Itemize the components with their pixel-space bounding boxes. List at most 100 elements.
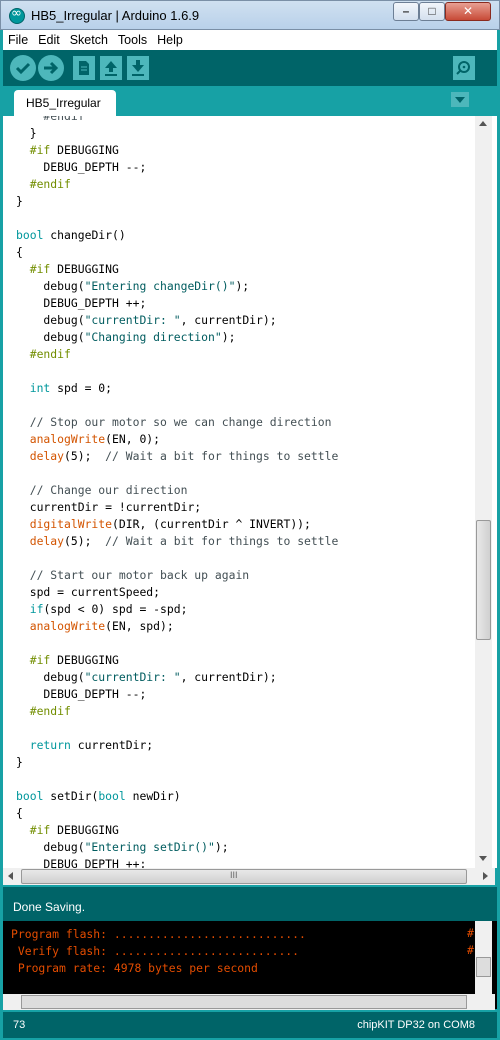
upload-button[interactable] <box>38 55 64 81</box>
console-text: Program flash: .........................… <box>11 926 306 977</box>
code-line: debug("Entering setDir()"); <box>16 839 338 856</box>
magnifier-icon <box>456 61 470 75</box>
code-token: "Entering setDir()" <box>84 840 215 854</box>
code-token: (5); <box>64 449 106 463</box>
code-token: if <box>16 602 44 616</box>
code-token: // Wait a bit for things to settle <box>105 449 339 463</box>
console-horizontal-scrollbar[interactable] <box>3 994 495 1010</box>
window-title: HB5_Irregular | Arduino 1.6.9 <box>31 8 200 23</box>
close-button[interactable]: ✕ <box>445 2 491 21</box>
code-token: "currentDir: " <box>84 670 181 684</box>
code-token: debug( <box>16 279 85 293</box>
code-token: changeDir() <box>43 228 126 242</box>
code-token: newDir) <box>125 789 181 803</box>
code-token: { <box>16 245 23 259</box>
code-text[interactable]: #endif } #if DEBUGGING DEBUG_DEPTH --; #… <box>16 116 338 868</box>
code-token: (5); <box>64 534 106 548</box>
code-token: debug( <box>16 670 85 684</box>
code-token: (EN, 0); <box>105 432 161 446</box>
code-line: #endif <box>16 346 338 363</box>
code-token: , currentDir); <box>180 670 277 684</box>
console-line: Verify flash: ..........................… <box>11 944 300 958</box>
menu-sketch[interactable]: Sketch <box>65 30 113 47</box>
scrollbar-thumb[interactable]: III <box>21 869 467 884</box>
code-token: } <box>16 194 23 208</box>
scrollbar-thumb[interactable] <box>476 957 491 977</box>
code-token: debug( <box>16 313 85 327</box>
code-line: DEBUG_DEPTH ++; <box>16 856 338 868</box>
code-token: DEBUG_DEPTH ++; <box>16 857 147 868</box>
status-message: Done Saving. <box>13 900 86 914</box>
footer-status-bar: 73 chipKIT DP32 on COM8 <box>3 1012 497 1038</box>
menu-edit[interactable]: Edit <box>33 30 65 47</box>
status-bar: Done Saving. <box>3 887 497 921</box>
new-sketch-button[interactable] <box>73 56 95 80</box>
console-vertical-scrollbar[interactable] <box>475 921 492 994</box>
code-line: #if DEBUGGING <box>16 652 338 669</box>
code-token: (EN, spd); <box>105 619 174 633</box>
open-sketch-button[interactable] <box>100 56 122 80</box>
code-token: "Entering changeDir()" <box>84 279 236 293</box>
code-line: // Stop our motor so we can change direc… <box>16 414 338 431</box>
editor-horizontal-scrollbar[interactable]: III <box>3 868 495 885</box>
menu-help[interactable]: Help <box>152 30 188 47</box>
code-token: DEBUGGING <box>50 653 119 667</box>
console-line: Program flash: .........................… <box>11 927 306 941</box>
code-token: spd = 0; <box>50 381 113 395</box>
maximize-button[interactable]: □ <box>419 2 445 21</box>
scroll-right-icon[interactable] <box>483 872 488 880</box>
code-token: DEBUG_DEPTH ++; <box>16 296 147 310</box>
code-line: #if DEBUGGING <box>16 142 338 159</box>
tab-menu-dropdown-icon[interactable] <box>451 92 469 107</box>
menu-file[interactable]: File <box>3 30 33 47</box>
close-icon: ✕ <box>462 4 474 18</box>
code-token: #if <box>16 262 51 276</box>
code-line: bool changeDir() <box>16 227 338 244</box>
code-line: #if DEBUGGING <box>16 261 338 278</box>
code-line: DEBUG_DEPTH ++; <box>16 295 338 312</box>
check-icon <box>15 62 31 75</box>
scrollbar-thumb[interactable] <box>21 995 467 1009</box>
code-line: analogWrite(EN, 0); <box>16 431 338 448</box>
code-line: DEBUG_DEPTH --; <box>16 159 338 176</box>
tab-hb5-irregular[interactable]: HB5_Irregular <box>14 90 116 116</box>
scroll-up-icon[interactable] <box>479 121 487 126</box>
verify-button[interactable] <box>10 55 36 81</box>
code-token: #endif <box>16 116 85 123</box>
code-token: debug( <box>16 330 85 344</box>
menu-tools[interactable]: Tools <box>113 30 152 47</box>
code-editor[interactable]: #endif } #if DEBUGGING DEBUG_DEPTH --; #… <box>3 116 497 868</box>
code-token: ); <box>214 840 229 854</box>
code-token: #endif <box>16 704 71 718</box>
code-token: ); <box>221 330 236 344</box>
code-token: debug( <box>16 840 85 854</box>
code-line: analogWrite(EN, spd); <box>16 618 338 635</box>
code-token: (spd < 0) spd = -spd; <box>43 602 188 616</box>
new-file-icon <box>79 61 89 75</box>
code-token: #if <box>16 653 51 667</box>
code-token: DEBUGGING <box>50 262 119 276</box>
code-token: #if <box>16 143 51 157</box>
code-line: #endif <box>16 176 338 193</box>
code-line: bool setDir(bool newDir) <box>16 788 338 805</box>
scrollbar-thumb[interactable] <box>476 520 491 640</box>
code-token: // Start our motor back up again <box>16 568 250 582</box>
code-token: "currentDir: " <box>84 313 181 327</box>
code-line: return currentDir; <box>16 737 338 754</box>
editor-vertical-scrollbar[interactable] <box>475 116 492 868</box>
code-token: setDir( <box>43 789 99 803</box>
serial-monitor-button[interactable] <box>453 56 475 80</box>
minimize-button[interactable]: – <box>393 2 419 21</box>
scroll-left-icon[interactable] <box>8 872 13 880</box>
arduino-app-icon <box>9 6 25 24</box>
code-line: DEBUG_DEPTH --; <box>16 686 338 703</box>
save-sketch-button[interactable] <box>127 56 149 80</box>
scroll-down-icon[interactable] <box>479 856 487 861</box>
menu-bar: File Edit Sketch Tools Help <box>3 30 497 50</box>
code-line: } <box>16 193 338 210</box>
